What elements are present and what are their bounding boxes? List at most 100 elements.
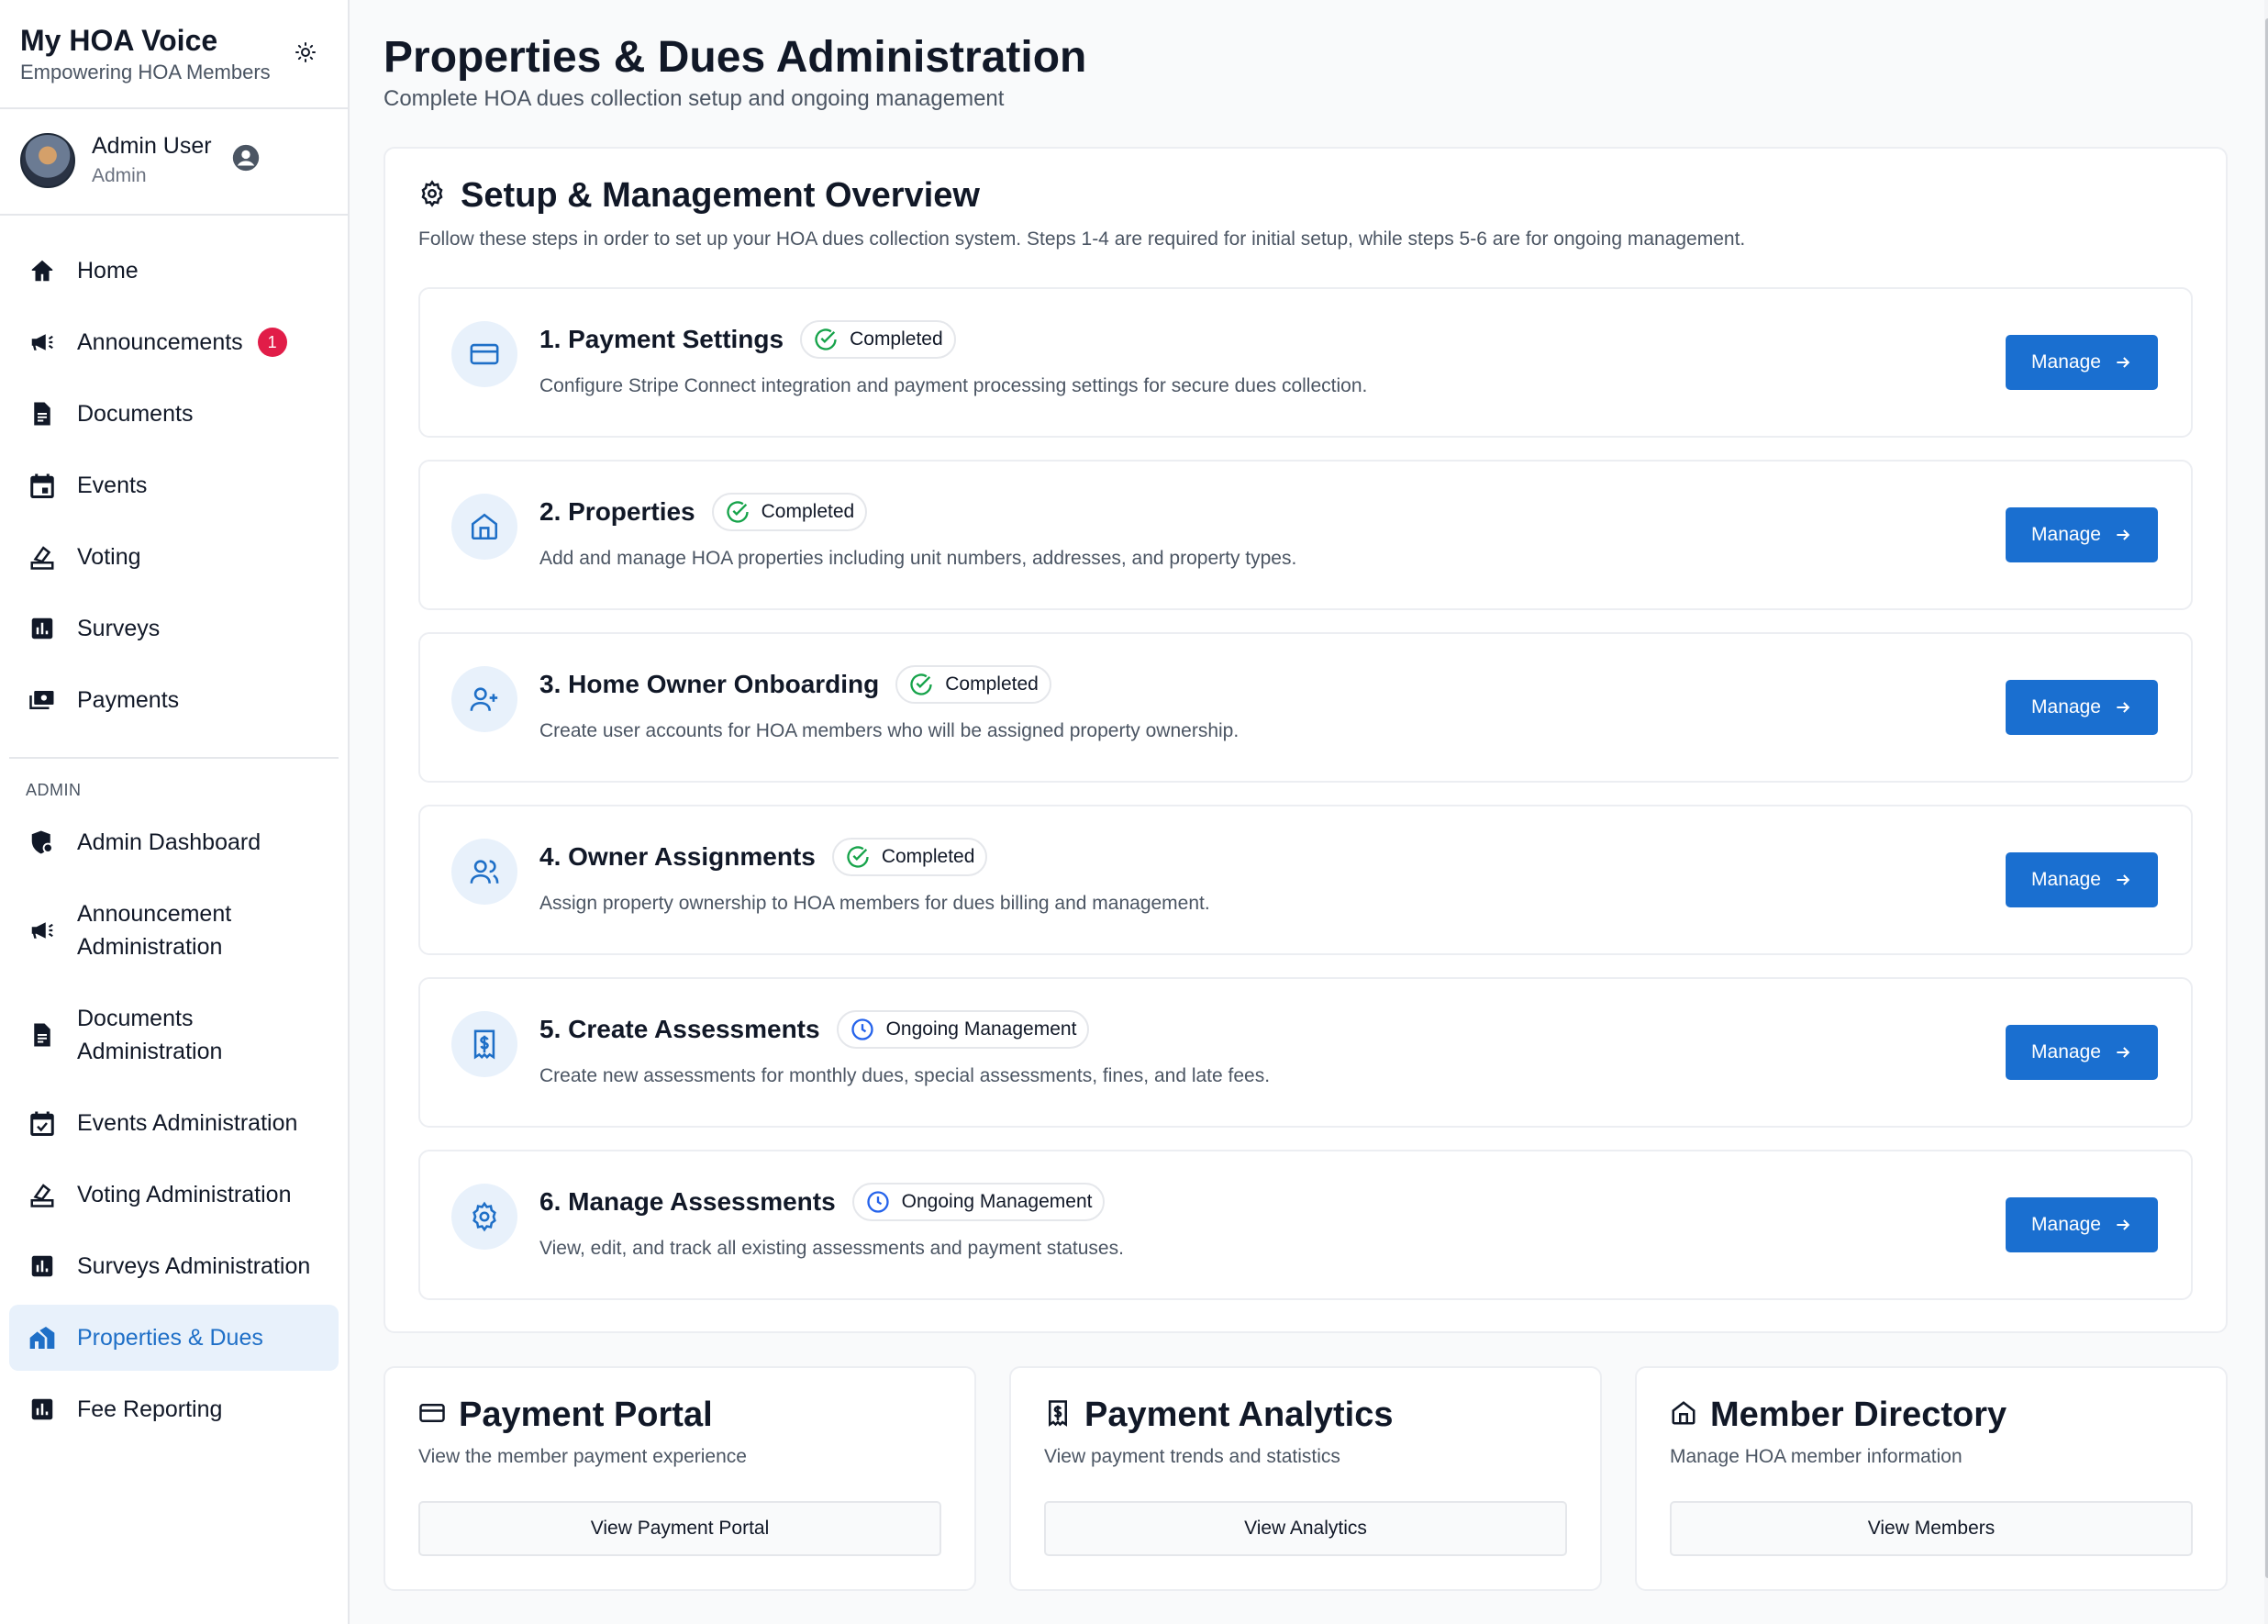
step-description: Create user accounts for HOA members who… — [539, 720, 1240, 741]
credit-card-icon — [418, 1399, 446, 1431]
admin-shield-icon — [28, 828, 57, 857]
step-properties: 2. Properties Completed Add and manage H… — [418, 460, 2193, 610]
sidebar-item-documents[interactable]: Documents — [9, 381, 339, 447]
poll-icon — [28, 1251, 57, 1281]
document-icon — [28, 1020, 57, 1050]
avatar[interactable] — [20, 133, 75, 188]
card-header: Member Directory — [1670, 1396, 2193, 1435]
brand: My HOA Voice Empowering HOA Members — [0, 0, 348, 109]
app: My HOA Voice Empowering HOA Members Admi… — [0, 0, 2268, 1624]
view-members-button[interactable]: View Members — [1670, 1501, 2193, 1556]
manage-payment-settings-button[interactable]: Manage — [2006, 335, 2158, 390]
sidebar-item-payments[interactable]: Payments — [9, 667, 339, 733]
sidebar-nav: Home Announcements 1 Documents Events Vo… — [0, 216, 348, 1442]
step-title: 2. Properties — [539, 497, 695, 526]
sidebar-item-announcement-administration[interactable]: Announcement Administration — [9, 881, 339, 980]
nav-section-heading: ADMIN — [26, 781, 82, 799]
payment-portal-card: Payment Portal View the member payment e… — [384, 1366, 976, 1591]
button-label: Manage — [2031, 1041, 2101, 1062]
step-home-owner-onboarding: 3. Home Owner Onboarding Completed Creat… — [418, 632, 2193, 783]
page-scrollbar[interactable] — [2264, 0, 2268, 1624]
button-label: Manage — [2031, 524, 2101, 545]
status-text: Completed — [881, 846, 975, 867]
status-badge: Completed — [711, 493, 868, 531]
manage-create-assessments-button[interactable]: Manage — [2006, 1025, 2158, 1080]
check-circle-icon — [815, 328, 837, 350]
step-title: 3. Home Owner Onboarding — [539, 670, 880, 698]
sidebar-item-label: Announcement Administration — [77, 897, 231, 963]
step-title: 4. Owner Assignments — [539, 842, 816, 871]
sidebar-item-announcements[interactable]: Announcements 1 — [9, 309, 339, 375]
check-circle-icon — [910, 673, 932, 695]
sidebar-item-voting[interactable]: Voting — [9, 524, 339, 590]
credit-card-icon — [451, 321, 517, 387]
step-description: Add and manage HOA properties including … — [539, 548, 1297, 569]
status-badge: Ongoing Management — [851, 1183, 1106, 1221]
view-payment-portal-button[interactable]: View Payment Portal — [418, 1501, 941, 1556]
card-title: Payment Portal — [459, 1396, 713, 1434]
megaphone-icon — [28, 328, 57, 357]
clock-icon — [850, 1018, 873, 1040]
step-description: Assign property ownership to HOA members… — [539, 893, 1210, 914]
card-title: Member Directory — [1710, 1396, 2007, 1434]
sidebar-item-home[interactable]: Home — [9, 238, 339, 304]
account-circle-icon[interactable] — [230, 142, 261, 214]
sidebar-item-events-administration[interactable]: Events Administration — [9, 1090, 339, 1156]
house-icon — [1670, 1399, 1697, 1431]
manage-onboarding-button[interactable]: Manage — [2006, 680, 2158, 735]
status-text: Ongoing Management — [885, 1018, 1077, 1040]
step-body: 6. Manage Assessments Ongoing Management… — [539, 1183, 1124, 1260]
view-analytics-button[interactable]: View Analytics — [1044, 1501, 1567, 1556]
button-label: Manage — [2031, 351, 2101, 373]
step-create-assessments: 5. Create Assessments Ongoing Management… — [418, 977, 2193, 1128]
sidebar: My HOA Voice Empowering HOA Members Admi… — [0, 0, 350, 1624]
sidebar-item-surveys[interactable]: Surveys — [9, 595, 339, 662]
sidebar-item-label: Voting — [77, 544, 141, 570]
quick-links-row: Payment Portal View the member payment e… — [384, 1366, 2228, 1591]
sidebar-item-voting-administration[interactable]: Voting Administration — [9, 1162, 339, 1228]
card-header: Payment Analytics — [1044, 1396, 1567, 1435]
calendar-icon — [28, 471, 57, 500]
button-label: Manage — [2031, 869, 2101, 890]
page-subtitle: Complete HOA dues collection setup and o… — [384, 86, 1005, 111]
sidebar-item-surveys-administration[interactable]: Surveys Administration — [9, 1233, 339, 1299]
sidebar-item-documents-administration[interactable]: Documents Administration — [9, 985, 339, 1085]
step-header: 4. Owner Assignments Completed — [539, 838, 1210, 876]
step-header: 1. Payment Settings Completed — [539, 320, 1367, 359]
manage-assessments-button[interactable]: Manage — [2006, 1197, 2158, 1252]
status-badge: Ongoing Management — [836, 1010, 1090, 1049]
step-body: 1. Payment Settings Completed Configure … — [539, 320, 1367, 397]
report-chart-icon — [28, 1395, 57, 1424]
step-payment-settings: 1. Payment Settings Completed Configure … — [418, 287, 2193, 438]
manage-owner-assignments-button[interactable]: Manage — [2006, 852, 2158, 907]
brand-title: My HOA Voice — [20, 24, 218, 57]
sidebar-item-admin-dashboard[interactable]: Admin Dashboard — [9, 809, 339, 875]
user-name: Admin User — [92, 133, 212, 159]
sidebar-item-fee-reporting[interactable]: Fee Reporting — [9, 1376, 339, 1442]
users-icon — [451, 839, 517, 905]
status-text: Completed — [850, 328, 943, 350]
sidebar-item-properties-dues[interactable]: Properties & Dues — [9, 1305, 339, 1371]
step-description: View, edit, and track all existing asses… — [539, 1238, 1124, 1259]
card-subtitle: View the member payment experience — [418, 1446, 747, 1467]
ballot-icon — [28, 1180, 57, 1209]
sidebar-item-label: Announcements — [77, 329, 243, 355]
step-description: Create new assessments for monthly dues,… — [539, 1065, 1271, 1086]
status-text: Completed — [945, 673, 1039, 695]
step-body: 4. Owner Assignments Completed Assign pr… — [539, 838, 1210, 915]
receipt-dollar-icon — [1044, 1399, 1072, 1431]
manage-properties-button[interactable]: Manage — [2006, 507, 2158, 562]
user-plus-icon — [451, 666, 517, 732]
step-owner-assignments: 4. Owner Assignments Completed Assign pr… — [418, 805, 2193, 955]
payments-icon — [28, 685, 57, 715]
clock-icon — [867, 1191, 889, 1213]
theme-toggle-icon[interactable] — [292, 39, 319, 66]
step-header: 2. Properties Completed — [539, 493, 1296, 531]
gear-icon — [418, 180, 446, 212]
sidebar-item-events[interactable]: Events — [9, 452, 339, 518]
sidebar-item-label: Voting Administration — [77, 1182, 292, 1207]
step-title: 6. Manage Assessments — [539, 1187, 836, 1216]
label-line-2: Administration — [77, 1039, 223, 1064]
overview-title: Setup & Management Overview — [461, 176, 980, 215]
step-header: 5. Create Assessments Ongoing Management — [539, 1010, 1270, 1049]
